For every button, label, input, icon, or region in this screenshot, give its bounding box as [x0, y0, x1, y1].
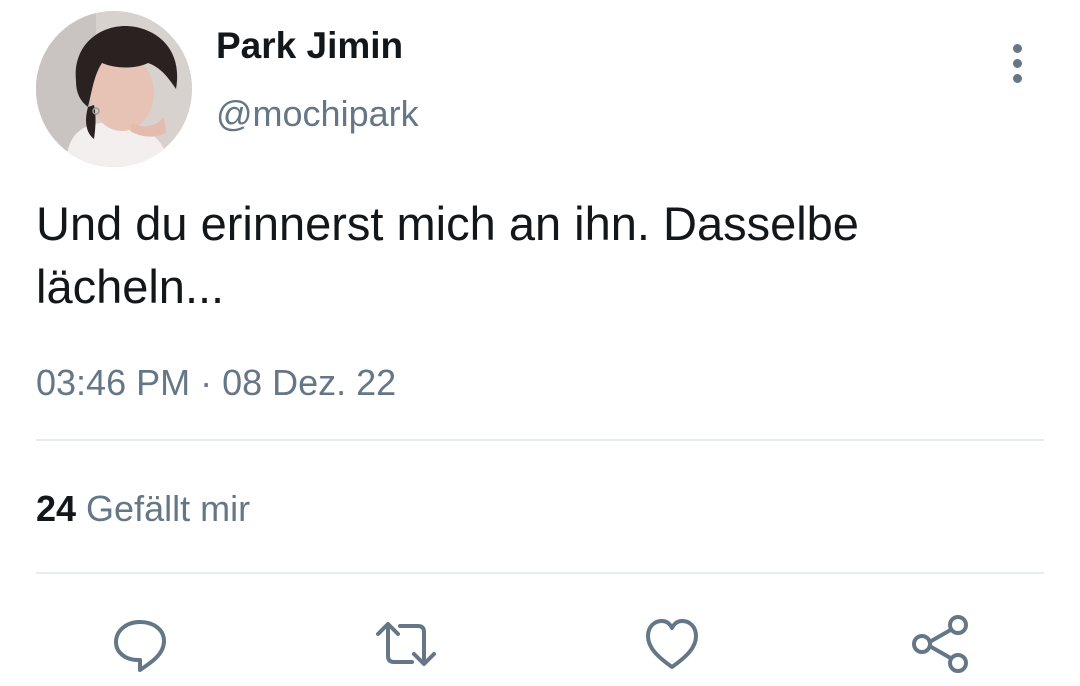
- tweet-text-line: Und du erinnerst mich an ihn. Dasselbe: [36, 197, 859, 250]
- reply-button[interactable]: [104, 608, 176, 680]
- tweet-text-line: lächeln...: [36, 260, 225, 313]
- avatar[interactable]: [36, 11, 192, 167]
- more-options-button[interactable]: [996, 38, 1038, 88]
- divider: [36, 572, 1044, 574]
- likes-summary[interactable]: 24 Gefällt mir: [36, 486, 250, 532]
- tweet-timestamp: 03:46 PM · 08 Dez. 22: [36, 362, 397, 403]
- share-nodes-icon: [912, 615, 968, 673]
- heart-outline-icon: [646, 619, 698, 669]
- display-name[interactable]: Park Jimin: [216, 24, 403, 68]
- divider: [36, 439, 1044, 441]
- speech-bubble-icon: [114, 620, 166, 672]
- like-button[interactable]: [636, 608, 708, 680]
- vertical-ellipsis-icon: [1012, 73, 1022, 83]
- retweet-button[interactable]: [370, 608, 442, 680]
- retweet-arrows-icon: [376, 622, 436, 666]
- tweet-text: Und du erinnerst mich an ihn. Dasselbe l…: [36, 192, 1036, 318]
- share-button[interactable]: [904, 608, 976, 680]
- likes-label: Gefällt mir: [86, 488, 251, 529]
- user-handle[interactable]: @mochipark: [216, 92, 419, 136]
- likes-count: 24: [36, 488, 77, 529]
- vertical-ellipsis-icon: [1012, 43, 1022, 53]
- vertical-ellipsis-icon: [1012, 58, 1022, 68]
